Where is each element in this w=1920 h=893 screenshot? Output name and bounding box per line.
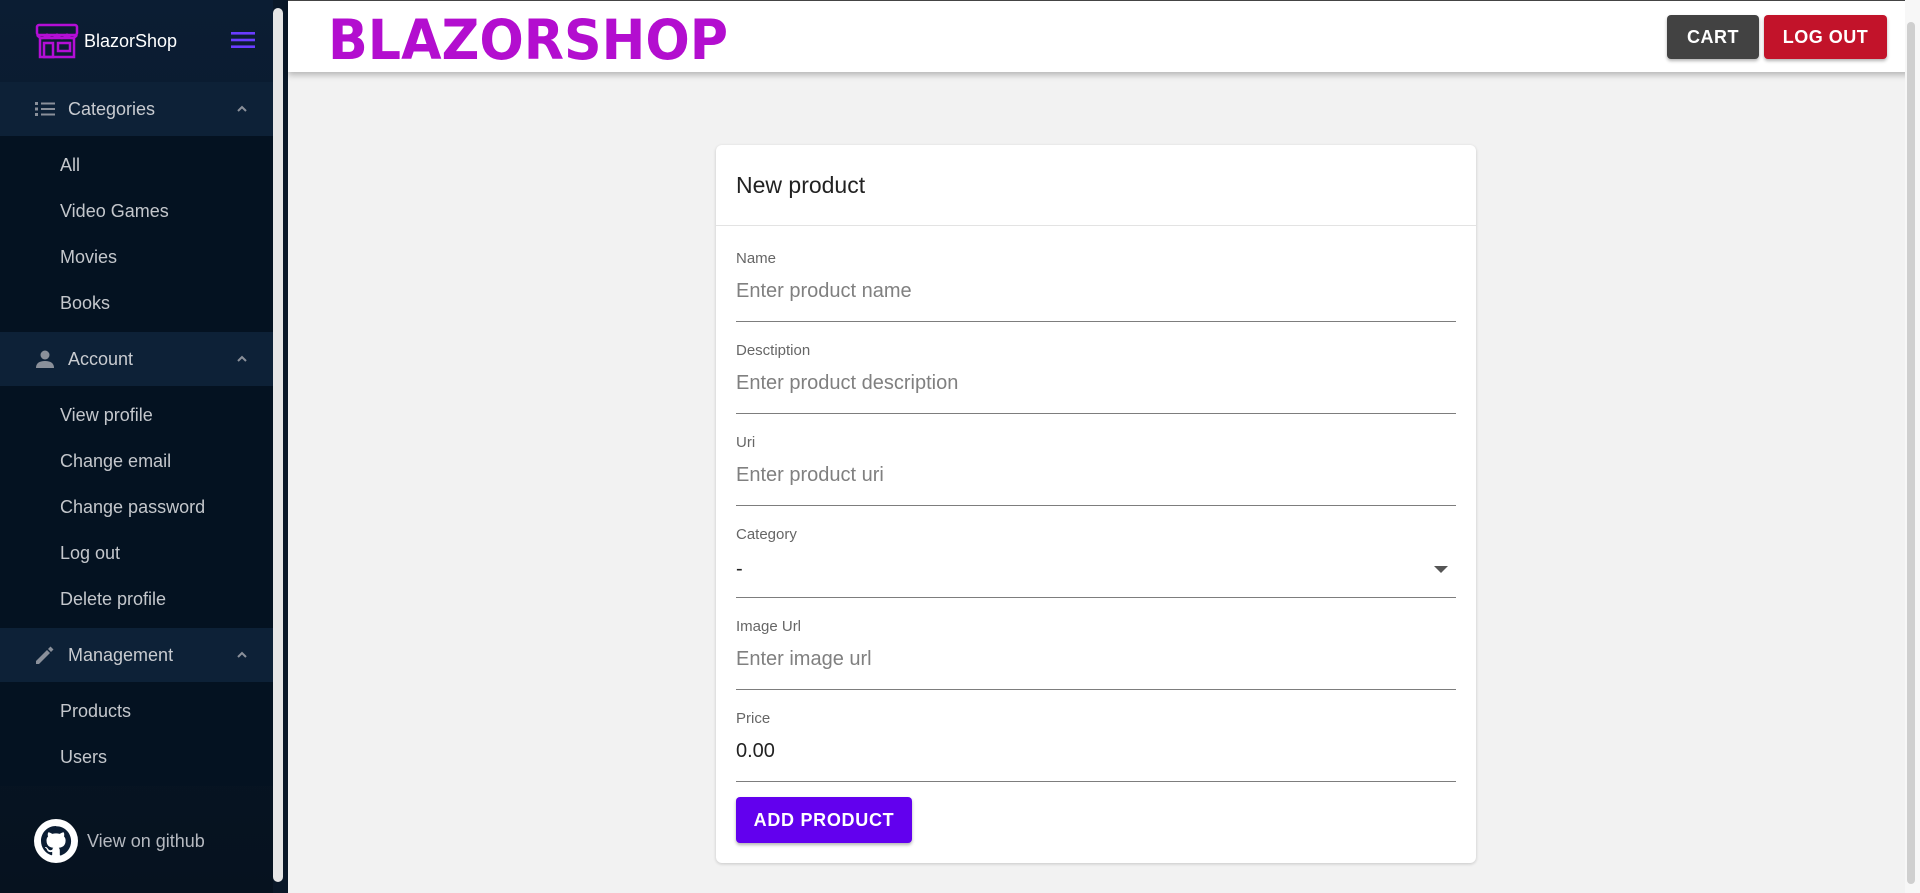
price-label: Price xyxy=(736,710,771,727)
github-icon xyxy=(34,819,78,863)
sidebar-item-products[interactable]: Products xyxy=(0,688,273,734)
card-title: New product xyxy=(736,171,866,198)
list-icon xyxy=(35,102,55,116)
section-categories[interactable]: Categories xyxy=(0,82,273,136)
cart-button[interactable]: CART xyxy=(1667,15,1759,59)
description-input[interactable] xyxy=(736,372,1456,395)
management-list: Products Users xyxy=(0,682,273,786)
pencil-icon xyxy=(36,646,54,664)
name-label: Name xyxy=(736,250,777,267)
categories-list: All Video Games Movies Books xyxy=(0,136,273,332)
description-field[interactable]: Desctiption xyxy=(736,342,1456,414)
logo-text: BLAZORSHOP xyxy=(328,9,728,65)
uri-field[interactable]: Uri xyxy=(736,434,1456,506)
add-product-button[interactable]: ADD PRODUCT xyxy=(736,797,912,843)
page-scrollbar-thumb[interactable] xyxy=(1907,22,1915,884)
sidebar-item-view-profile[interactable]: View profile xyxy=(0,392,273,438)
github-label: View on github xyxy=(87,830,205,851)
sidebar-item-log-out[interactable]: Log out xyxy=(0,530,273,576)
uri-input[interactable] xyxy=(736,464,1456,487)
person-icon xyxy=(36,350,54,368)
sidebar-item-change-email[interactable]: Change email xyxy=(0,438,273,484)
chevron-up-icon xyxy=(237,355,247,362)
section-label: Management xyxy=(68,644,174,665)
name-field[interactable]: Name xyxy=(736,250,1456,322)
brand-name: BlazorShop xyxy=(84,30,178,51)
category-value: - xyxy=(736,558,743,580)
sidebar-item-books[interactable]: Books xyxy=(0,280,273,326)
uri-label: Uri xyxy=(736,434,756,451)
sidebar-brand[interactable]: BlazorShop xyxy=(0,0,273,82)
brand-logo[interactable]: BLAZORSHOP xyxy=(326,9,730,65)
description-label: Desctiption xyxy=(736,342,811,359)
name-input[interactable] xyxy=(736,280,1456,303)
sidebar: BlazorShop Categories All Video Games Mo… xyxy=(0,0,288,893)
price-input[interactable] xyxy=(736,740,1456,763)
image-url-input[interactable] xyxy=(736,648,1456,671)
section-label: Account xyxy=(68,348,134,369)
menu-icon[interactable] xyxy=(231,31,255,49)
dropdown-arrow-icon[interactable] xyxy=(1434,566,1448,573)
sidebar-item-movies[interactable]: Movies xyxy=(0,234,273,280)
sidebar-item-video-games[interactable]: Video Games xyxy=(0,188,273,234)
account-list: View profile Change email Change passwor… xyxy=(0,386,273,628)
image-url-label: Image Url xyxy=(736,618,802,635)
store-icon xyxy=(35,23,79,59)
card-header: New product xyxy=(716,145,1476,226)
section-account[interactable]: Account xyxy=(0,332,273,386)
github-link[interactable]: View on github xyxy=(33,818,205,864)
category-label: Category xyxy=(736,526,797,543)
sidebar-item-change-password[interactable]: Change password xyxy=(0,484,273,530)
sidebar-item-delete-profile[interactable]: Delete profile xyxy=(0,576,273,622)
sidebar-scrollbar-thumb[interactable] xyxy=(273,8,283,882)
chevron-up-icon xyxy=(237,105,247,112)
logout-button[interactable]: LOG OUT xyxy=(1764,15,1887,59)
chevron-up-icon xyxy=(237,651,247,658)
new-product-card: New product Name Desctiption Uri Categor… xyxy=(716,145,1476,863)
price-field[interactable]: Price xyxy=(736,710,1456,782)
image-url-field[interactable]: Image Url xyxy=(736,618,1456,690)
sidebar-item-all[interactable]: All xyxy=(0,142,273,188)
section-label: Categories xyxy=(68,98,156,119)
sidebar-item-users[interactable]: Users xyxy=(0,734,273,780)
category-select[interactable]: Category - xyxy=(736,526,1456,598)
section-management[interactable]: Management xyxy=(0,628,273,682)
top-app-bar: BLAZORSHOP CART LOG OUT xyxy=(288,0,1920,72)
